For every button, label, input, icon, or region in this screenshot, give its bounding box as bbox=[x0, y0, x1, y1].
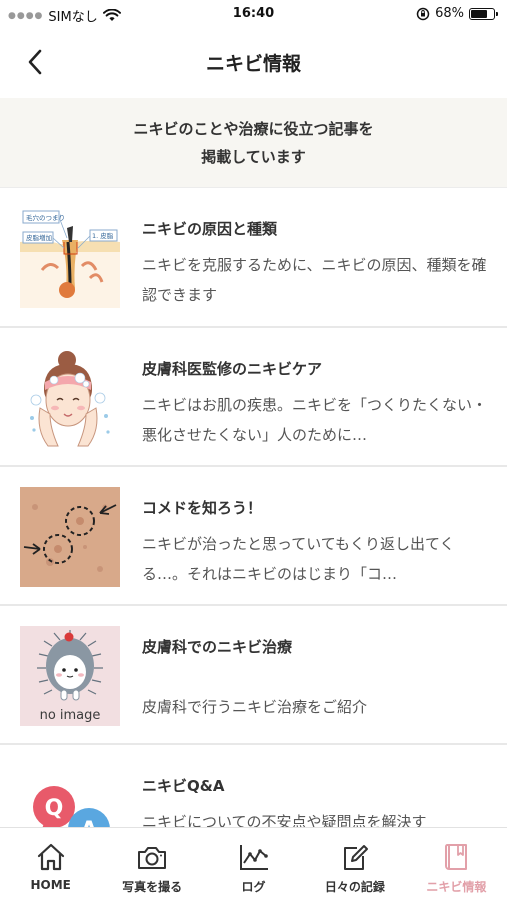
page-title: ニキビ情報 bbox=[205, 53, 301, 75]
face-washing-thumbnail bbox=[20, 348, 120, 448]
book-icon bbox=[445, 844, 468, 870]
tab-camera[interactable]: 写真を撮る bbox=[101, 828, 202, 900]
tab-acne-info[interactable]: ニキビ情報 bbox=[406, 828, 507, 900]
article-list: 毛穴のつまり 皮脂増加 1. 皮脂 ニキビの原因と種類 ニキビを克服するために、… bbox=[0, 187, 507, 882]
tab-label: HOME bbox=[30, 878, 71, 892]
article-title: ニキビの原因と種類 bbox=[142, 220, 278, 238]
tab-label: ログ bbox=[241, 880, 266, 894]
skin-closeup-thumbnail bbox=[20, 487, 120, 587]
article-description: ニキビはお肌の疾患。ニキビを「つくりたくない・悪化させたくない」人のために… bbox=[142, 396, 488, 444]
status-right: 68% bbox=[416, 6, 498, 21]
tab-label: 写真を撮る bbox=[122, 880, 183, 894]
tab-home[interactable]: HOME bbox=[0, 828, 101, 900]
tab-label: ニキビ情報 bbox=[426, 880, 487, 894]
navigation-bar: ニキビ情報 bbox=[0, 28, 507, 96]
tab-daily-record[interactable]: 日々の記録 bbox=[304, 828, 405, 900]
article-item-acne-causes[interactable]: 毛穴のつまり 皮脂増加 1. 皮脂 ニキビの原因と種類 ニキビを克服するために、… bbox=[0, 187, 507, 326]
article-item-comedo[interactable]: コメドを知ろう！ ニキビが治ったと思っていてもくり返し出てくる…。それはニキビの… bbox=[0, 465, 507, 604]
intro-banner: ニキビのことや治療に役立つ記事を 掲載しています bbox=[0, 98, 507, 187]
article-description: 皮膚科で行うニキビ治療をご紹介 bbox=[142, 698, 368, 716]
article-description: ニキビが治ったと思っていてもくり返し出てくる…。それはニキビのはじまり「コ… bbox=[142, 535, 455, 583]
article-item-skincare[interactable]: 皮膚科医監修のニキビケア ニキビはお肌の疾患。ニキビを「つくりたくない・悪化させ… bbox=[0, 326, 507, 465]
article-title: 皮膚科医監修のニキビケア bbox=[142, 360, 323, 378]
camera-icon bbox=[138, 847, 167, 869]
battery-percent: 68% bbox=[435, 6, 464, 21]
no-image-thumbnail: no image bbox=[20, 626, 120, 726]
no-image-label: no image bbox=[40, 708, 101, 723]
tab-bar: HOME 写真を撮る ログ 日々の記録 ニキビ情報 bbox=[0, 827, 507, 900]
battery-icon bbox=[469, 7, 498, 20]
thumb-label-sebum: 皮脂増加 bbox=[26, 233, 52, 242]
article-title: コメドを知ろう！ bbox=[142, 499, 263, 517]
article-title: 皮膚科でのニキビ治療 bbox=[142, 638, 293, 656]
acne-diagram-thumbnail: 毛穴のつまり 皮脂増加 1. 皮脂 bbox=[20, 208, 120, 308]
article-item-dermatology[interactable]: no image 皮膚科でのニキビ治療 皮膚科で行うニキビ治療をご紹介 bbox=[0, 604, 507, 743]
orientation-lock-icon bbox=[416, 7, 430, 20]
edit-icon bbox=[343, 845, 368, 870]
article-description: ニキビを克服するために、ニキビの原因、種類を確認できます bbox=[142, 256, 487, 304]
status-bar: ●●●● SIMなし 16:40 68% bbox=[0, 0, 507, 28]
intro-text-line1: ニキビのことや治療に役立つ記事を bbox=[133, 119, 374, 138]
intro-text-line2: 掲載しています bbox=[201, 147, 306, 166]
thumb-label-sebum-cause: 1. 皮脂 bbox=[92, 231, 114, 240]
tab-log[interactable]: ログ bbox=[203, 828, 304, 900]
chart-icon bbox=[239, 845, 268, 870]
article-title: ニキビQ&A bbox=[142, 777, 225, 795]
q-label: Q bbox=[45, 796, 64, 821]
home-icon bbox=[37, 843, 64, 871]
tab-label: 日々の記録 bbox=[324, 880, 385, 894]
